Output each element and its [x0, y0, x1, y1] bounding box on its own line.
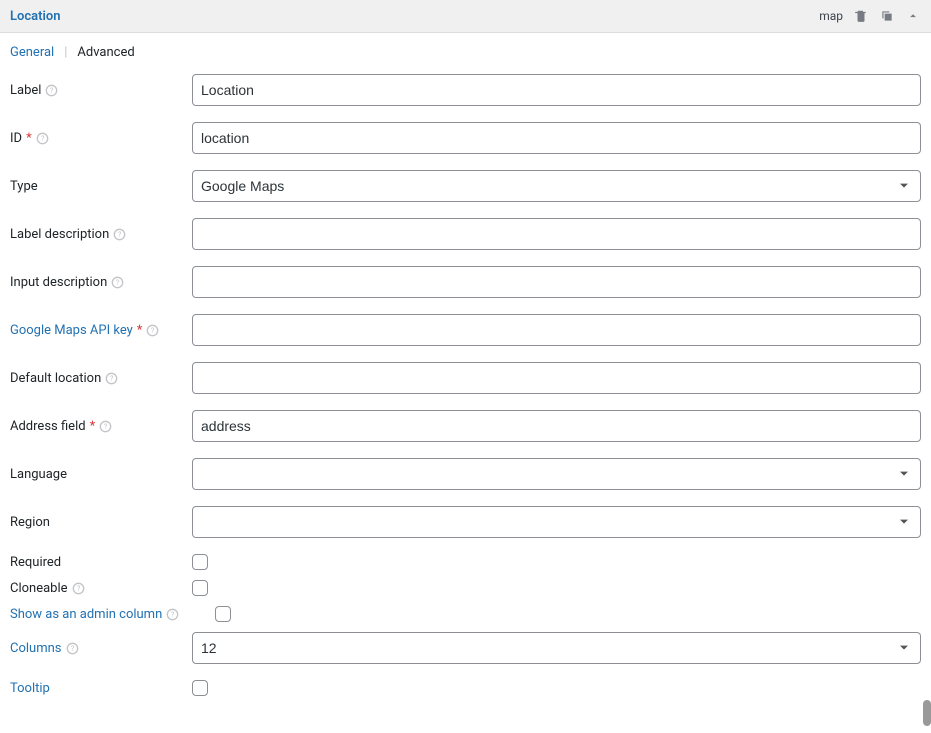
help-icon[interactable]: ? — [99, 420, 112, 433]
svg-text:?: ? — [118, 230, 122, 239]
tabs: General | Advanced — [0, 33, 931, 74]
help-icon[interactable]: ? — [166, 608, 179, 621]
api-key-input[interactable] — [192, 314, 921, 346]
region-select[interactable] — [192, 506, 921, 538]
row-columns: Columns ? 12 — [10, 632, 921, 664]
tab-advanced[interactable]: Advanced — [77, 45, 134, 60]
row-label-desc: Label description ? — [10, 218, 921, 250]
row-label: Label ? — [10, 74, 921, 106]
scrollbar[interactable] — [923, 700, 931, 726]
label-required: Required — [10, 555, 192, 570]
row-input-desc: Input description ? — [10, 266, 921, 298]
label-region: Region — [10, 515, 192, 530]
svg-text:?: ? — [116, 278, 120, 287]
svg-text:?: ? — [171, 610, 175, 619]
tooltip-checkbox[interactable] — [192, 680, 208, 696]
label-label: Label ? — [10, 83, 192, 98]
label-api-key: Google Maps API key* ? — [10, 323, 192, 338]
svg-text:?: ? — [104, 422, 108, 431]
language-select[interactable] — [192, 458, 921, 490]
duplicate-icon[interactable] — [879, 8, 895, 24]
row-api-key: Google Maps API key* ? — [10, 314, 921, 346]
row-id: ID* ? — [10, 122, 921, 154]
form: Label ? ID* ? Type Google Maps Label des… — [0, 74, 931, 716]
label-tooltip: Tooltip — [10, 681, 192, 696]
id-input[interactable] — [192, 122, 921, 154]
label-cloneable: Cloneable ? — [10, 581, 192, 596]
help-icon[interactable]: ? — [105, 372, 118, 385]
svg-text:?: ? — [50, 86, 54, 95]
address-field-input[interactable] — [192, 410, 921, 442]
row-tooltip: Tooltip — [10, 680, 921, 696]
label-input[interactable] — [192, 74, 921, 106]
label-default-location: Default location ? — [10, 371, 192, 386]
header-actions: map — [819, 8, 921, 24]
label-type: Type — [10, 179, 192, 194]
svg-text:?: ? — [110, 374, 114, 383]
row-language: Language — [10, 458, 921, 490]
collapse-icon[interactable] — [905, 8, 921, 24]
field-title[interactable]: Location — [10, 9, 61, 24]
default-location-input[interactable] — [192, 362, 921, 394]
type-select[interactable]: Google Maps — [192, 170, 921, 202]
label-id: ID* ? — [10, 131, 192, 146]
cloneable-checkbox[interactable] — [192, 580, 208, 596]
field-header: Location map — [0, 0, 931, 33]
label-columns: Columns ? — [10, 641, 192, 656]
tab-general[interactable]: General — [10, 45, 54, 60]
row-required: Required — [10, 554, 921, 570]
help-icon[interactable]: ? — [111, 276, 124, 289]
required-checkbox[interactable] — [192, 554, 208, 570]
help-icon[interactable]: ? — [72, 582, 85, 595]
delete-icon[interactable] — [853, 8, 869, 24]
svg-text:?: ? — [151, 326, 155, 335]
label-language: Language — [10, 467, 192, 482]
input-desc-input[interactable] — [192, 266, 921, 298]
svg-text:?: ? — [70, 644, 74, 653]
help-icon[interactable]: ? — [66, 642, 79, 655]
required-mark: * — [26, 131, 32, 146]
label-admin-column: Show as an admin column ? — [10, 607, 215, 622]
row-address-field: Address field* ? — [10, 410, 921, 442]
field-type-code: map — [819, 9, 843, 23]
help-icon[interactable]: ? — [146, 324, 159, 337]
label-label-desc: Label description ? — [10, 227, 192, 242]
required-mark: * — [137, 323, 143, 338]
row-admin-column: Show as an admin column ? — [10, 606, 921, 622]
columns-select[interactable]: 12 — [192, 632, 921, 664]
label-address-field: Address field* ? — [10, 419, 192, 434]
tab-separator: | — [64, 45, 67, 60]
help-icon[interactable]: ? — [36, 132, 49, 145]
help-icon[interactable]: ? — [45, 84, 58, 97]
row-cloneable: Cloneable ? — [10, 580, 921, 596]
help-icon[interactable]: ? — [113, 228, 126, 241]
label-desc-input[interactable] — [192, 218, 921, 250]
row-region: Region — [10, 506, 921, 538]
row-type: Type Google Maps — [10, 170, 921, 202]
svg-text:?: ? — [76, 584, 80, 593]
admin-column-checkbox[interactable] — [215, 606, 231, 622]
svg-text:?: ? — [41, 134, 45, 143]
row-default-location: Default location ? — [10, 362, 921, 394]
label-input-desc: Input description ? — [10, 275, 192, 290]
required-mark: * — [90, 419, 96, 434]
